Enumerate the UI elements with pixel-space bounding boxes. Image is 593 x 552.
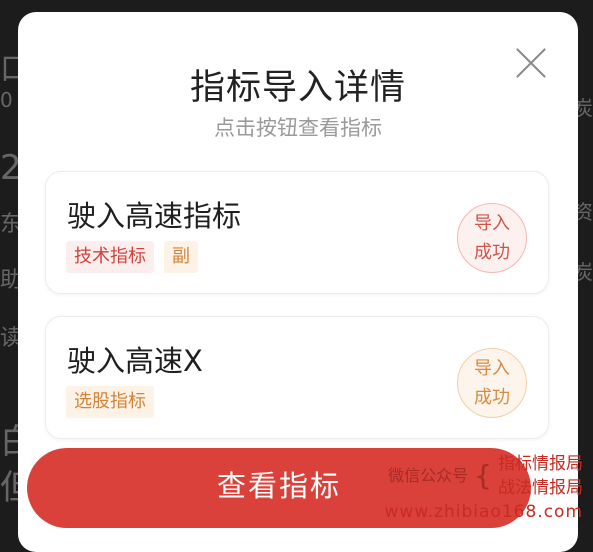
stamp-line: 成功 [474, 242, 510, 263]
import-success-stamp: 导入 成功 [457, 348, 527, 418]
watermark-name: 指标情报局 [498, 454, 583, 474]
watermark-brace: { [474, 459, 492, 492]
watermark-name: 战法情报局 [498, 478, 583, 498]
indicator-card[interactable]: 驶入高速X 选股指标 导入 成功 [45, 316, 549, 439]
dialog-subtitle: 点击按钮查看指标 [214, 116, 382, 140]
background-text: 0 [0, 88, 13, 112]
dialog-title: 指标导入详情 [189, 68, 406, 108]
indicator-name: 驶入高速X [67, 344, 203, 378]
tag-stock-selection: 选股指标 [66, 386, 154, 418]
indicator-tags: 选股指标 [66, 386, 154, 418]
stamp-line: 导入 [474, 358, 510, 379]
tag-technical-indicator: 技术指标 [66, 241, 154, 273]
indicator-card[interactable]: 驶入高速指标 技术指标 副 导入 成功 [45, 171, 549, 294]
import-success-stamp: 导入 成功 [457, 203, 527, 273]
stamp-line: 导入 [474, 213, 510, 234]
watermark: 微信公众号 { 指标情报局 战法情报局 www.zhibiao168.com [385, 452, 583, 524]
indicator-tags: 技术指标 副 [66, 241, 198, 273]
indicator-name: 驶入高速指标 [67, 199, 242, 233]
stamp-line: 成功 [474, 387, 510, 408]
watermark-url: www.zhibiao168.com [384, 502, 583, 522]
watermark-wechat-label: 微信公众号 [388, 466, 469, 485]
tag-secondary: 副 [164, 241, 198, 273]
